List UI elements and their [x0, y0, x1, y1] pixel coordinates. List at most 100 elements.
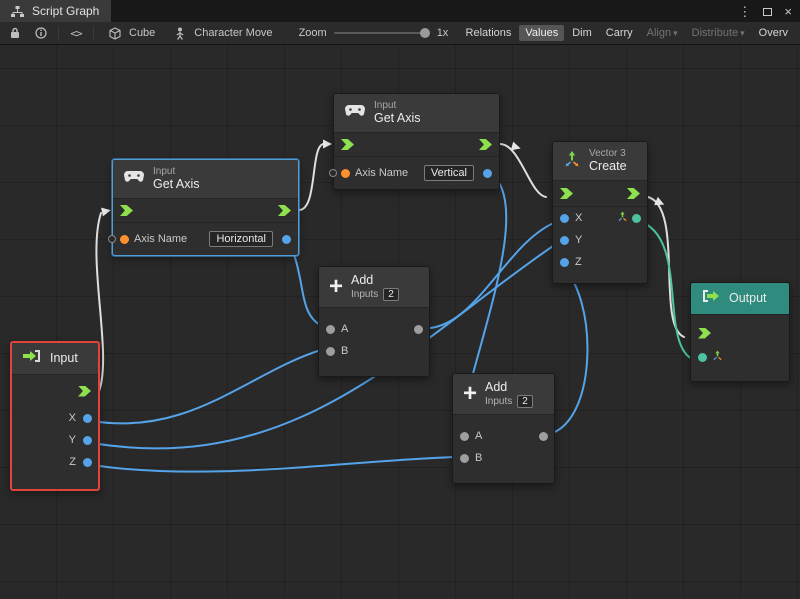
- lock-icon[interactable]: [6, 24, 24, 42]
- carry-button[interactable]: Carry: [600, 25, 639, 41]
- flow-in-port[interactable]: [560, 188, 573, 199]
- node-vector3-create[interactable]: Vector 3 Create X: [552, 141, 648, 284]
- port-row-a: A: [319, 318, 429, 340]
- flow-arrowhead: [511, 142, 522, 153]
- vector3-in-port[interactable]: [698, 353, 707, 362]
- node-input-event[interactable]: Input X Y Z: [10, 341, 100, 491]
- port-label: Z: [575, 256, 582, 268]
- sum-out-port[interactable]: [539, 432, 548, 441]
- node-title: Add: [485, 380, 533, 395]
- port-row-y: Y: [553, 229, 647, 251]
- wire-vector3-to-output[interactable]: [648, 197, 684, 337]
- x-in-port[interactable]: [560, 214, 569, 223]
- node-category: Input: [153, 166, 200, 177]
- kebab-menu-icon[interactable]: ⋮: [738, 5, 751, 18]
- node-title: Get Axis: [374, 111, 421, 126]
- breadcrumb-character-move[interactable]: Character Move: [167, 24, 276, 42]
- inputs-count-field[interactable]: 2: [383, 288, 399, 301]
- port-label: A: [475, 430, 482, 442]
- align-button[interactable]: Align▾: [641, 25, 684, 41]
- node-body: A B: [319, 308, 429, 376]
- node-body: [691, 315, 789, 381]
- script-graph-window: Script Graph ⋮ × <> Cube Character: [0, 0, 800, 599]
- graph-canvas[interactable]: Input Get Axis Axis Name Vertical: [0, 45, 800, 599]
- flow-out-port[interactable]: [627, 188, 640, 199]
- port-row-b: B: [453, 447, 554, 469]
- axis-name-field[interactable]: Vertical: [424, 165, 474, 181]
- xyz-axes-icon: [617, 211, 628, 225]
- node-body: A B: [453, 415, 554, 483]
- value-out-port[interactable]: [483, 169, 492, 178]
- wire-getaxis-horizontal-to-vertical[interactable]: [299, 144, 324, 210]
- string-port-dot[interactable]: [120, 235, 129, 244]
- distribute-button[interactable]: Distribute▾: [686, 25, 751, 41]
- sum-out-port[interactable]: [414, 325, 423, 334]
- relations-button[interactable]: Relations: [460, 25, 518, 41]
- port-label: Y: [69, 434, 76, 446]
- wire-input-z-to-add2-b[interactable]: [92, 457, 458, 472]
- flow-arrowhead: [323, 140, 332, 149]
- breadcrumb-cube[interactable]: Cube: [102, 24, 159, 42]
- node-title: Input: [50, 351, 78, 366]
- wire-add1-to-vector3-x[interactable]: [419, 222, 556, 328]
- input-b-port[interactable]: [460, 454, 469, 463]
- tab-script-graph[interactable]: Script Graph: [0, 0, 111, 22]
- axis-name-field[interactable]: Horizontal: [209, 231, 273, 247]
- gamepad-icon: [123, 170, 145, 188]
- maximize-icon[interactable]: [763, 5, 772, 18]
- flow-in-port[interactable]: [698, 328, 711, 339]
- node-category: Input: [374, 100, 421, 111]
- wire-getaxis-vertical-to-vector3[interactable]: [500, 144, 546, 197]
- axis-name-edge-port[interactable]: [329, 169, 337, 177]
- toolbar-separator: [93, 26, 94, 40]
- code-view-icon[interactable]: <>: [67, 24, 85, 42]
- y-in-port[interactable]: [560, 236, 569, 245]
- port-label: B: [341, 345, 348, 357]
- input-a-port[interactable]: [460, 432, 469, 441]
- flow-row: [12, 379, 98, 403]
- overview-button[interactable]: Overv: [753, 25, 794, 41]
- port-label: A: [341, 323, 348, 335]
- port-label: B: [475, 452, 482, 464]
- string-port-dot[interactable]: [341, 169, 350, 178]
- vector3-out-port[interactable]: [632, 214, 641, 223]
- input-a-port[interactable]: [326, 325, 335, 334]
- node-add-1[interactable]: + Add Inputs 2 A B: [318, 266, 430, 377]
- flow-out-port[interactable]: [278, 205, 291, 216]
- port-row-b: B: [319, 340, 429, 362]
- flow-in-port[interactable]: [120, 205, 133, 216]
- y-out-port[interactable]: [83, 436, 92, 445]
- close-icon[interactable]: ×: [784, 5, 792, 18]
- node-get-axis-horizontal[interactable]: Input Get Axis Axis Name Horizontal: [112, 159, 299, 256]
- value-out-port[interactable]: [282, 235, 291, 244]
- x-out-port[interactable]: [83, 414, 92, 423]
- zoom-slider-handle[interactable]: [420, 28, 430, 38]
- flow-out-port[interactable]: [78, 386, 91, 397]
- breadcrumb-label: Character Move: [194, 27, 272, 39]
- cube-icon: [106, 24, 124, 42]
- info-icon[interactable]: [32, 24, 50, 42]
- wire-input-x-to-add1-b[interactable]: [92, 349, 324, 423]
- node-get-axis-vertical[interactable]: Input Get Axis Axis Name Vertical: [333, 93, 500, 190]
- node-header: Vector 3 Create: [553, 142, 647, 181]
- axis-name-edge-port[interactable]: [108, 235, 116, 243]
- node-output-event[interactable]: Output: [690, 282, 790, 382]
- flow-in-port[interactable]: [341, 139, 354, 150]
- flow-out-port[interactable]: [479, 139, 492, 150]
- values-button[interactable]: Values: [519, 25, 564, 41]
- z-out-port[interactable]: [83, 458, 92, 467]
- flow-arrowhead: [101, 206, 112, 217]
- output-event-icon: [701, 289, 721, 308]
- inputs-count-field[interactable]: 2: [517, 395, 533, 408]
- node-add-2[interactable]: + Add Inputs 2 A B: [452, 373, 555, 484]
- zoom-slider[interactable]: [334, 32, 430, 34]
- graph-toolbar: <> Cube Character Move Zoom 1x Relations…: [0, 22, 800, 45]
- z-in-port[interactable]: [560, 258, 569, 267]
- node-header: Output: [691, 283, 789, 315]
- dim-button[interactable]: Dim: [566, 25, 598, 41]
- node-title: Add: [351, 273, 399, 288]
- input-b-port[interactable]: [326, 347, 335, 356]
- node-body: X Y Z: [12, 375, 98, 489]
- port-row-x: X: [12, 407, 98, 429]
- zoom-control: Zoom 1x: [299, 27, 449, 39]
